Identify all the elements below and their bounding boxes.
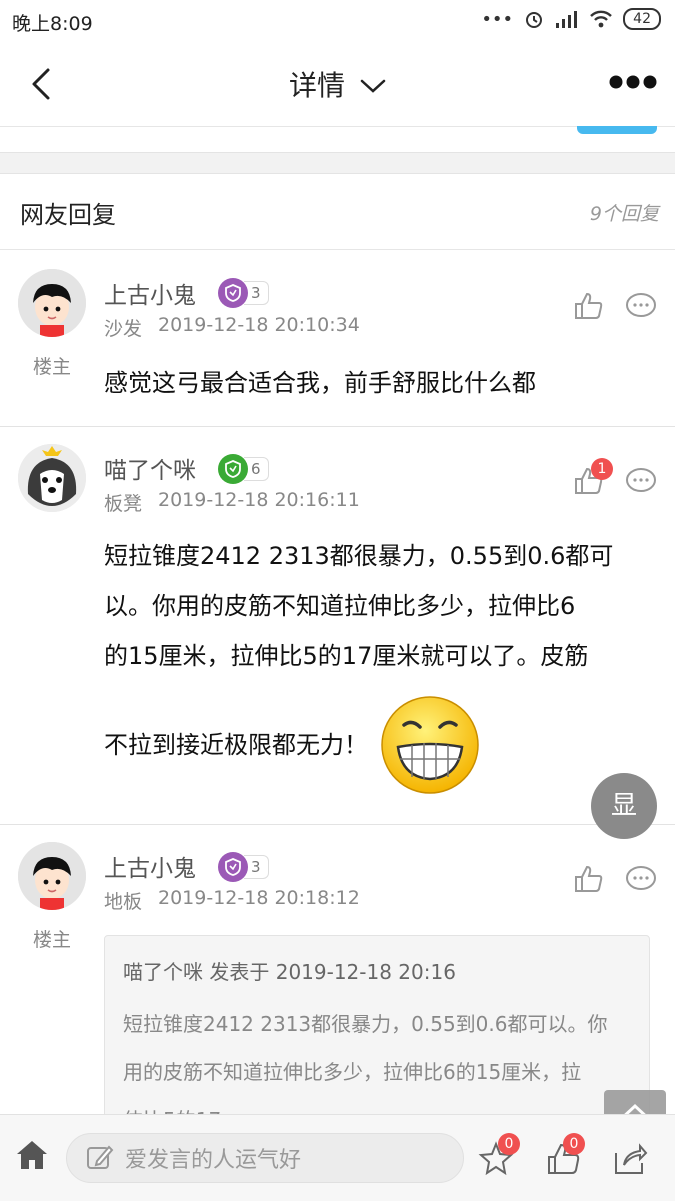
thumbs-up-icon[interactable]: [572, 290, 604, 322]
avatar-image: [18, 444, 86, 512]
more-dots-icon: •••: [481, 8, 514, 30]
post-body-line: 的15厘米，拉伸比5的17厘米就可以了。皮筋: [104, 642, 589, 670]
show-toggle-button[interactable]: 显: [591, 773, 657, 839]
avatar[interactable]: [18, 269, 86, 337]
post-time: 2019-12-18 20:10:34: [158, 314, 360, 336]
floor-label: 沙发: [104, 318, 143, 340]
post-body: 感觉这弓最合适合我，前手舒服比什么都: [104, 369, 536, 397]
status-bar: 晚上8:09 ••• 42: [0, 0, 675, 42]
reply-post: 楼主 上古小鬼 3 沙发 2019-12-18 20:10:34 感觉这弓最合适…: [0, 250, 675, 426]
wifi-icon: [590, 10, 613, 28]
thumbs-up-icon[interactable]: [572, 863, 604, 895]
nav-bar: 详情: [0, 42, 675, 127]
status-icons: ••• 42: [481, 8, 661, 30]
replies-header: 网友回复 9个回复: [0, 173, 675, 250]
section-gap: [0, 152, 675, 174]
post-time: 2019-12-18 20:18:12: [158, 887, 360, 909]
bottom-bar: 爱发言的人运气好 0 0: [0, 1114, 675, 1201]
page-title-text: 详情: [289, 69, 346, 102]
edit-icon: [87, 1145, 114, 1169]
signal-icon: [556, 11, 578, 28]
post-body-line: 短拉锥度2412 2313都很暴力，0.55到0.6都可: [104, 542, 614, 570]
quote-line: 用的皮筋不知道拉伸比多少，拉伸比6的15厘米，拉: [123, 1060, 582, 1084]
avatar-image: [18, 842, 86, 910]
level-badge: 3: [218, 852, 269, 882]
level-number: 6: [244, 457, 269, 481]
quote-line: 短拉锥度2412 2313都很暴力，0.55到0.6都可以。你: [123, 1012, 608, 1036]
comment-icon[interactable]: [625, 863, 657, 895]
floor-label: 板凳: [104, 493, 143, 515]
avatar[interactable]: [18, 444, 86, 512]
status-time: 晚上8:09: [12, 13, 93, 35]
reply-count: 9个回复: [589, 203, 659, 225]
quote-header: 喵了个咪 发表于 2019-12-18 20:16: [123, 960, 456, 984]
like-count-badge: 1: [591, 458, 613, 480]
avatar[interactable]: [18, 842, 86, 910]
avatar-image: [18, 269, 86, 337]
level-number: 3: [244, 855, 269, 879]
quoted-reply: 喵了个咪 发表于 2019-12-18 20:16 短拉锥度2412 2313都…: [104, 935, 650, 1137]
level-badge: 6: [218, 454, 269, 484]
alarm-icon: [526, 12, 543, 28]
comment-icon[interactable]: [625, 290, 657, 322]
floor-label: 地板: [104, 891, 143, 913]
author-tag: 楼主: [32, 356, 71, 378]
fav-count-badge: 0: [498, 1133, 520, 1155]
level-number: 3: [244, 281, 269, 305]
reply-input-placeholder: 爱发言的人运气好: [125, 1148, 302, 1173]
reply-post: 喵了个咪 6 板凳 2019-12-18 20:16:11 1 短拉锥度2412…: [0, 427, 675, 825]
like-count-badge: 0: [563, 1133, 585, 1155]
chevron-down-icon: [360, 79, 386, 93]
post-body-last-line: 不拉到接近极限都无力！: [104, 695, 664, 795]
reply-input[interactable]: 爱发言的人运气好: [66, 1133, 464, 1183]
post-time: 2019-12-18 20:16:11: [158, 489, 360, 511]
level-badge: 3: [218, 278, 269, 308]
battery-icon: 42: [623, 8, 661, 30]
page-title[interactable]: 详情: [0, 64, 675, 104]
post-body: 短拉锥度2412 2313都很暴力，0.55到0.6都可 以。你用的皮筋不知道拉…: [104, 531, 664, 795]
action-button-remnant: [577, 126, 657, 134]
grin-emoji-icon: [381, 696, 479, 794]
author-tag: 楼主: [32, 929, 71, 951]
comment-icon[interactable]: [625, 465, 657, 497]
home-icon[interactable]: [14, 1137, 50, 1173]
username[interactable]: 喵了个咪: [104, 451, 196, 485]
post-body-line: 不拉到接近极限都无力！: [104, 731, 368, 759]
replies-title: 网友回复: [20, 201, 116, 229]
username[interactable]: 上古小鬼: [104, 849, 196, 883]
username[interactable]: 上古小鬼: [104, 276, 196, 310]
post-body-line: 以。你用的皮筋不知道拉伸比多少，拉伸比6: [104, 592, 576, 620]
share-icon[interactable]: [612, 1141, 648, 1177]
more-options-icon[interactable]: [609, 72, 657, 92]
